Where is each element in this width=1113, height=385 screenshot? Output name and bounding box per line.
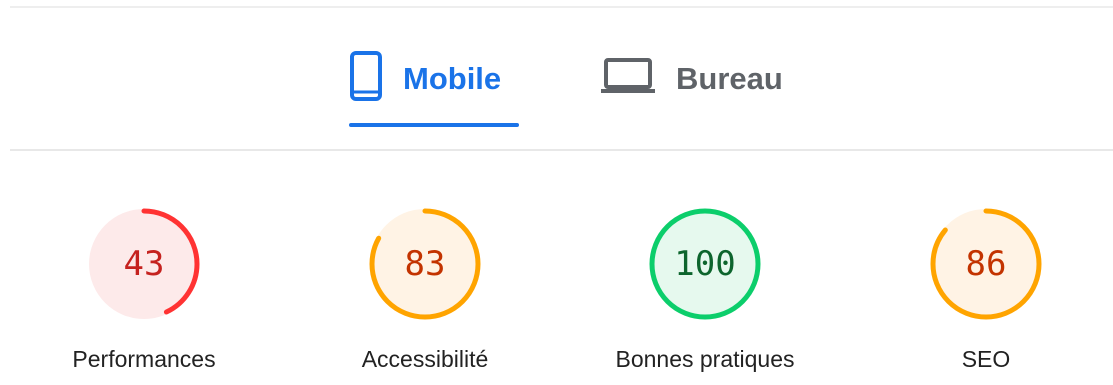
gauge-seo-label: SEO [961,346,1011,372]
score-gauges: 43 Performances 83 Accessibilité 100 Bon… [0,151,1113,385]
tab-mobile[interactable]: Mobile [349,8,501,149]
gauge-accessibility-label: Accessibilité [361,346,489,372]
tab-mobile-label: Mobile [403,60,502,96]
gauge-best-practices-label: Bonnes pratiques [615,346,795,372]
gauge-performance-score: 43 [123,244,165,284]
laptop-icon [600,56,656,101]
gauge-performance[interactable]: 43 Performances [24,151,264,385]
gauge-seo-score: 86 [965,244,1007,284]
gauge-accessibility[interactable]: 83 Accessibilité [305,151,545,385]
gauge-accessibility-score: 83 [404,244,446,284]
gauge-seo[interactable]: 86 SEO [866,151,1106,385]
tab-desktop[interactable]: Bureau [600,8,783,149]
active-tab-indicator [349,123,519,127]
smartphone-icon [349,50,383,107]
tab-desktop-label: Bureau [676,60,783,96]
device-tabs: Mobile Bureau [0,8,1113,149]
gauge-performance-label: Performances [72,346,216,372]
report-frame: Mobile Bureau 43 Performances 83 Accessi… [0,0,1113,385]
gauge-best-practices-score: 100 [674,244,736,284]
gauge-best-practices[interactable]: 100 Bonnes pratiques [585,151,825,385]
